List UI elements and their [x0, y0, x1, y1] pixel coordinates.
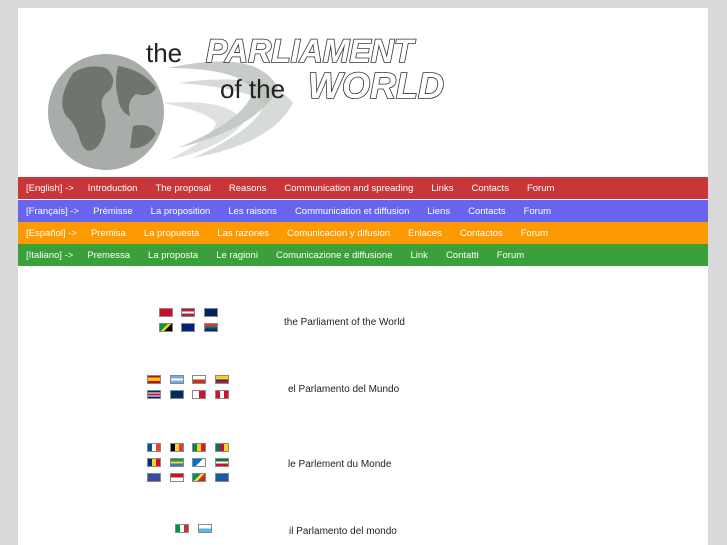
- nav-link-contactos[interactable]: Contactos: [460, 228, 503, 239]
- nav-link-comunicacion-difusion[interactable]: Comunicacion y difusion: [287, 228, 390, 239]
- nav-link-premessa[interactable]: Premessa: [87, 250, 130, 261]
- nav-lang-francais[interactable]: [Français] ->: [26, 206, 79, 217]
- flag-france-icon[interactable]: [147, 443, 161, 452]
- flag-haiti-icon[interactable]: [147, 473, 161, 482]
- site-header: the PARLIAMENT of the WORLD: [18, 8, 708, 178]
- flag-belgium-icon[interactable]: [170, 443, 184, 452]
- nav-link-forum-es[interactable]: Forum: [521, 228, 548, 239]
- page: the PARLIAMENT of the WORLD [English] ->…: [18, 8, 708, 545]
- flag-south-africa-icon[interactable]: [204, 323, 218, 332]
- nav-link-links[interactable]: Links: [431, 183, 453, 194]
- flag-san-marino-icon[interactable]: [198, 524, 212, 533]
- nav-link-forum[interactable]: Forum: [527, 183, 554, 194]
- nav-link-reasons[interactable]: Reasons: [229, 183, 267, 194]
- flag-uk-icon[interactable]: [159, 308, 173, 317]
- nav-francais: [Français] -> Prémisse La proposition Le…: [18, 200, 708, 222]
- lang-label-english[interactable]: the Parliament of the World: [284, 317, 405, 328]
- nav-link-la-proposta[interactable]: La proposta: [148, 250, 198, 261]
- flag-congo-icon[interactable]: [192, 473, 206, 482]
- svg-text:of the: of the: [220, 74, 285, 104]
- lang-label-spanish[interactable]: el Parlamento del Mundo: [288, 384, 399, 395]
- flag-jamaica-icon[interactable]: [159, 323, 173, 332]
- flag-comoros-icon[interactable]: [215, 458, 229, 467]
- svg-text:the: the: [146, 38, 182, 68]
- nav-link-la-proposition[interactable]: La proposition: [151, 206, 211, 217]
- flag-peru-icon[interactable]: [215, 390, 229, 399]
- nav-link-le-ragioni[interactable]: Le ragioni: [216, 250, 258, 261]
- nav-lang-english[interactable]: [English] ->: [26, 183, 74, 194]
- nav-link-forum-fr[interactable]: Forum: [524, 206, 551, 217]
- nav-lang-espanol[interactable]: [Español] ->: [26, 228, 77, 239]
- nav-link-la-propuesta[interactable]: La propuesta: [144, 228, 199, 239]
- nav-english: [English] -> Introduction The proposal R…: [18, 177, 708, 199]
- flag-panama-icon[interactable]: [192, 390, 206, 399]
- svg-text:PARLIAMENT: PARLIAMENT: [206, 33, 416, 69]
- site-logo: the PARLIAMENT of the WORLD: [48, 32, 445, 170]
- nav-link-forum-it[interactable]: Forum: [497, 250, 524, 261]
- nav-link-communication-diffusion[interactable]: Communication et diffusion: [295, 206, 409, 217]
- flag-cameroon-icon[interactable]: [215, 443, 229, 452]
- flag-vanuatu-icon[interactable]: [215, 473, 229, 482]
- flag-australia-icon[interactable]: [204, 308, 218, 317]
- nav-link-las-razones[interactable]: Las razones: [217, 228, 269, 239]
- nav-lang-italiano[interactable]: [Italiano] ->: [26, 250, 73, 261]
- nav-link-les-raisons[interactable]: Les raisons: [228, 206, 277, 217]
- nav-link-contacts-fr[interactable]: Contacts: [468, 206, 506, 217]
- flag-spain-icon[interactable]: [147, 375, 161, 384]
- nav-link-premisse[interactable]: Prémisse: [93, 206, 133, 217]
- nav-link-contacts[interactable]: Contacts: [471, 183, 509, 194]
- flag-dominican-icon[interactable]: [170, 390, 184, 399]
- nav-link-communication[interactable]: Communication and spreading: [284, 183, 413, 194]
- flag-chile-icon[interactable]: [192, 375, 206, 384]
- nav-link-contatti[interactable]: Contatti: [446, 250, 479, 261]
- flag-benin-icon[interactable]: [192, 443, 206, 452]
- nav-link-enlaces[interactable]: Enlaces: [408, 228, 442, 239]
- nav-link-the-proposal[interactable]: The proposal: [155, 183, 210, 194]
- nav-link-comunicazione-diffusione[interactable]: Comunicazione e diffusione: [276, 250, 393, 261]
- lang-label-italian[interactable]: il Parlamento del mondo: [289, 526, 397, 537]
- svg-text:WORLD: WORLD: [308, 65, 444, 106]
- flag-djibouti-icon[interactable]: [192, 458, 206, 467]
- flag-new-zealand-icon[interactable]: [181, 323, 195, 332]
- flag-costa-rica-icon[interactable]: [147, 390, 161, 399]
- nav-link-premisa[interactable]: Premisa: [91, 228, 126, 239]
- nav-espanol: [Español] -> Premisa La propuesta Las ra…: [18, 222, 708, 244]
- flag-colombia-icon[interactable]: [215, 375, 229, 384]
- flag-monaco-icon[interactable]: [170, 473, 184, 482]
- nav-italiano: [Italiano] -> Premessa La proposta Le ra…: [18, 244, 708, 266]
- nav-link-link[interactable]: Link: [411, 250, 428, 261]
- flag-argentina-icon[interactable]: [170, 375, 184, 384]
- flag-usa-icon[interactable]: [181, 308, 195, 317]
- lang-label-french[interactable]: le Parlement du Monde: [288, 459, 391, 470]
- nav-link-liens[interactable]: Liens: [427, 206, 450, 217]
- flag-chad-icon[interactable]: [147, 458, 161, 467]
- flag-italy-icon[interactable]: [175, 524, 189, 533]
- flag-gabon-icon[interactable]: [170, 458, 184, 467]
- nav-link-introduction[interactable]: Introduction: [88, 183, 138, 194]
